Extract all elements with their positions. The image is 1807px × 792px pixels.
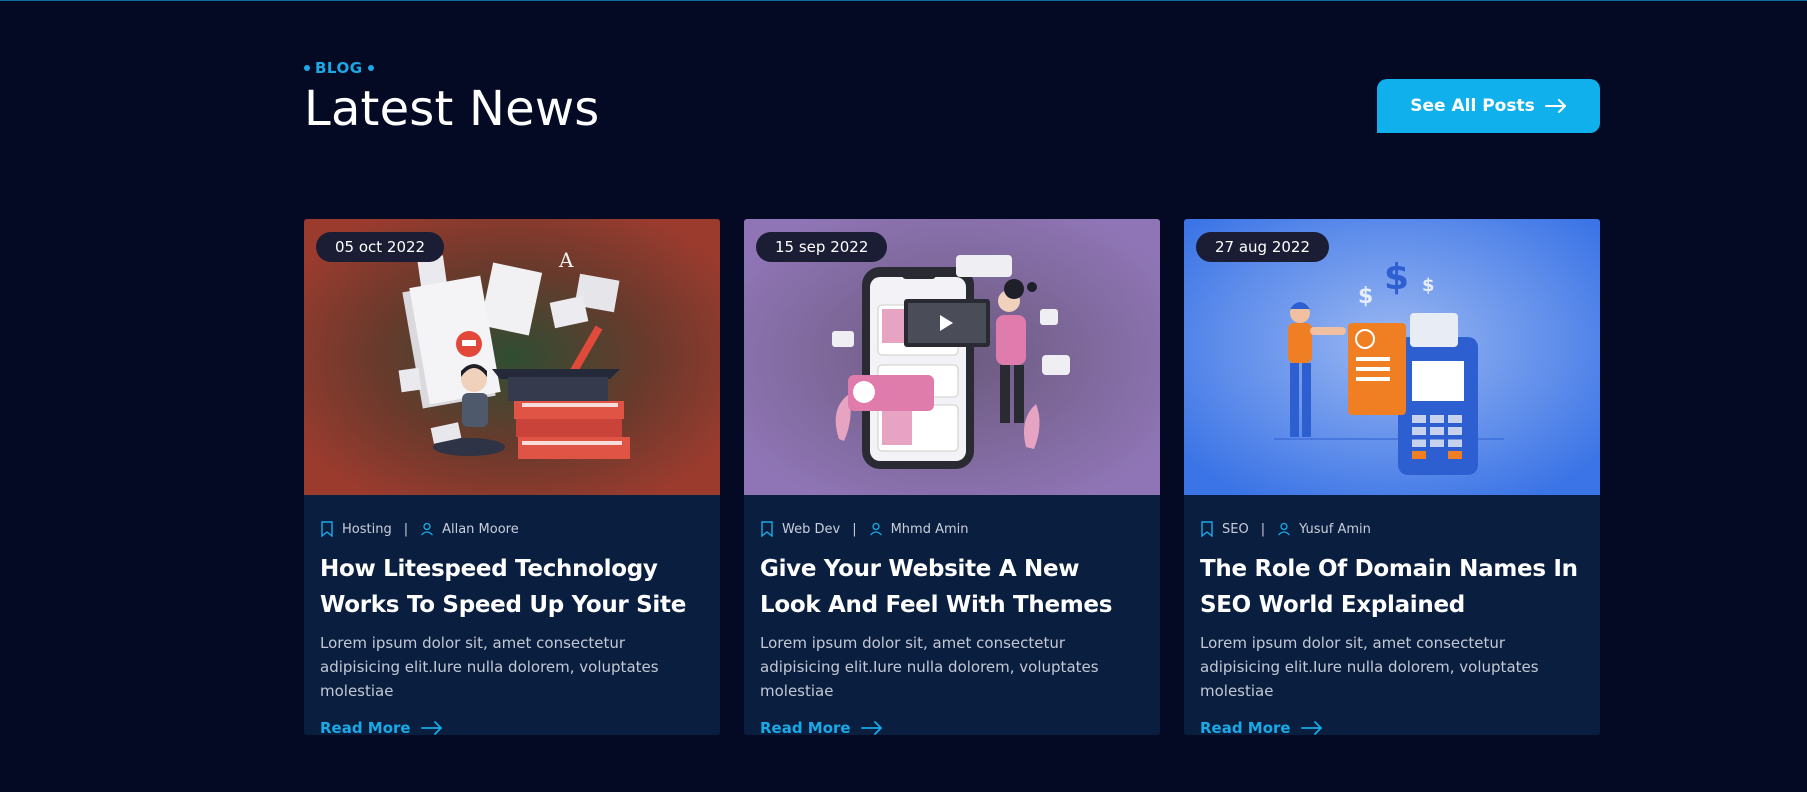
arrow-right-icon: [1544, 99, 1566, 113]
post-excerpt: Lorem ipsum dolor sit, amet consectetur …: [320, 634, 659, 700]
post-author[interactable]: Yusuf Amin: [1299, 522, 1371, 537]
svg-text:$: $: [1422, 275, 1435, 296]
section-eyebrow: BLOG: [304, 59, 374, 77]
eyebrow-dot-left: [304, 65, 310, 71]
arrow-right-icon: [420, 721, 442, 735]
read-more-label: Read More: [760, 719, 851, 735]
post-thumbnail[interactable]: A 05 oct 2022: [304, 219, 720, 495]
post-thumbnail[interactable]: $ $ $ 27 aug 2022: [1184, 219, 1600, 495]
svg-text:$: $: [1384, 257, 1409, 298]
post-card[interactable]: A 05 oct 2022 Hosting | Allan Moore How …: [304, 219, 720, 735]
section-title: Latest News: [304, 81, 600, 137]
read-more-link[interactable]: Read More: [1200, 719, 1584, 735]
user-icon: [1278, 522, 1291, 536]
post-date-badge: 27 aug 2022: [1196, 232, 1330, 262]
post-card[interactable]: 15 sep 2022 Web Dev | Mhmd Amin Give You…: [744, 219, 1160, 735]
post-thumbnail[interactable]: 15 sep 2022: [744, 219, 1160, 495]
post-category[interactable]: Hosting: [342, 522, 392, 537]
post-meta: SEO | Yusuf Amin: [1200, 521, 1584, 537]
blog-section: BLOG Latest News See All Posts A 05 oct …: [304, 1, 1600, 792]
post-date-badge: 15 sep 2022: [756, 232, 888, 262]
bookmark-icon: [761, 521, 773, 537]
read-more-label: Read More: [320, 719, 411, 735]
post-category[interactable]: SEO: [1222, 522, 1249, 537]
eyebrow-dot-right: [367, 65, 374, 71]
eyebrow-label: BLOG: [315, 59, 363, 77]
read-more-link[interactable]: Read More: [760, 719, 1144, 735]
post-card[interactable]: $ $ $ 27 aug 2022 SEO | Yusuf Amin The R…: [1184, 219, 1600, 735]
post-title[interactable]: Give Your Website A New Look And Feel Wi…: [760, 551, 1144, 623]
svg-text:A: A: [558, 248, 574, 272]
meta-separator: |: [403, 521, 409, 537]
post-category[interactable]: Web Dev: [782, 522, 840, 537]
arrow-right-icon: [860, 721, 882, 735]
arrow-right-icon: [1300, 721, 1322, 735]
user-icon: [421, 522, 434, 536]
post-author[interactable]: Allan Moore: [442, 522, 519, 537]
post-date-badge: 05 oct 2022: [316, 232, 445, 262]
user-icon: [869, 522, 882, 536]
meta-separator: |: [852, 521, 857, 537]
posts-grid: A 05 oct 2022 Hosting | Allan Moore How …: [304, 219, 1600, 735]
post-excerpt: Lorem ipsum dolor sit, amet consectetur …: [1200, 634, 1539, 700]
post-title[interactable]: The Role Of Domain Names In SEO World Ex…: [1200, 551, 1584, 623]
post-meta: Hosting | Allan Moore: [320, 521, 704, 537]
post-author[interactable]: Mhmd Amin: [891, 522, 969, 537]
meta-separator: |: [1260, 521, 1266, 537]
see-all-posts-button[interactable]: See All Posts: [1377, 79, 1600, 133]
post-meta: Web Dev | Mhmd Amin: [760, 521, 1144, 537]
see-all-posts-label: See All Posts: [1410, 96, 1535, 116]
read-more-link[interactable]: Read More: [320, 719, 704, 735]
read-more-label: Read More: [1200, 719, 1291, 735]
bookmark-icon: [1201, 521, 1213, 537]
post-title[interactable]: How Litespeed Technology Works To Speed …: [320, 551, 704, 623]
post-excerpt: Lorem ipsum dolor sit, amet consectetur …: [760, 634, 1099, 700]
bookmark-icon: [321, 521, 333, 537]
svg-text:$: $: [1358, 284, 1373, 309]
